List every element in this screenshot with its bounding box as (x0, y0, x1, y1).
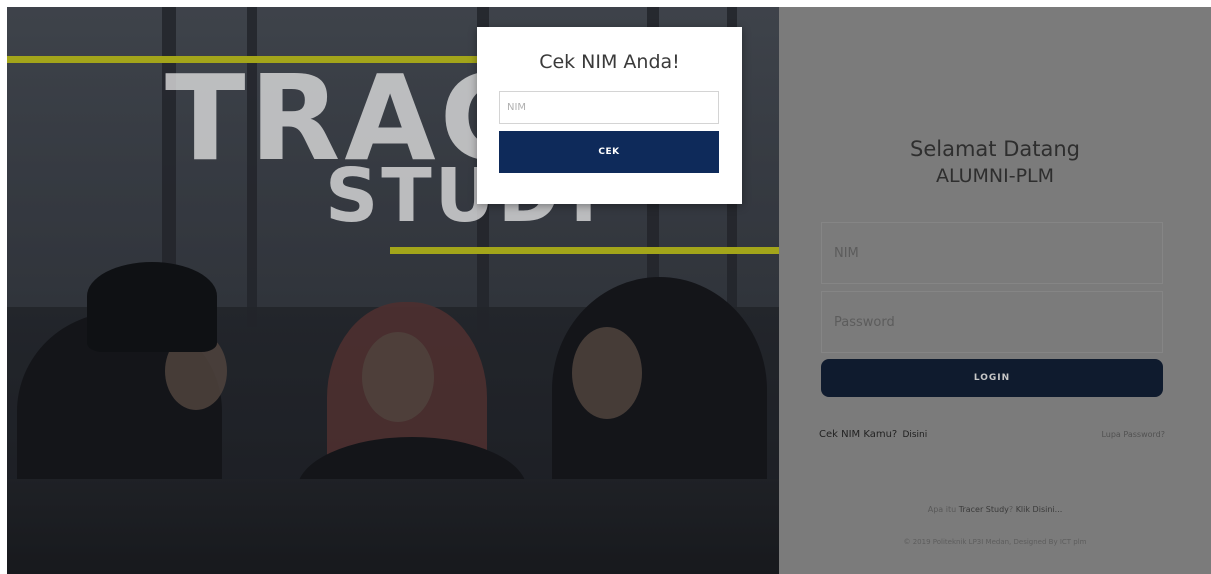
cek-nim-label: Cek NIM Kamu? (819, 429, 898, 440)
cek-button[interactable]: CEK (499, 131, 719, 173)
disini-link[interactable]: Disini (902, 430, 927, 440)
modal-title: Cek NIM Anda! (539, 51, 680, 73)
accent-line-bottom (390, 247, 779, 254)
welcome-heading: Selamat Datang (910, 137, 1080, 161)
tracer-study-link[interactable]: Tracer Study (959, 505, 1009, 514)
tracer-question-prefix: Apa itu (927, 505, 957, 514)
login-panel: Selamat Datang ALUMNI-PLM LOGIN Cek NIM … (779, 7, 1211, 574)
password-input[interactable] (821, 291, 1163, 353)
tracer-question-mark: ? (1008, 505, 1014, 514)
copyright: © 2019 Politeknik LP3I Medan, Designed B… (903, 538, 1087, 546)
cek-nim-modal: Cek NIM Anda! CEK (477, 27, 742, 204)
login-form: Selamat Datang ALUMNI-PLM LOGIN Cek NIM … (779, 7, 1211, 574)
login-page: TRAC STUDY Selamat Datang ALUMNI-PLM LOG… (0, 0, 1211, 574)
klik-disini-link[interactable]: Klik Disini... (1016, 505, 1063, 514)
welcome-subheading: ALUMNI-PLM (935, 165, 1055, 187)
tracer-info: Apa itu Tracer Study? Klik Disini... (779, 505, 1211, 514)
forgot-password-link[interactable]: Lupa Password? (1101, 430, 1165, 439)
links-row: Cek NIM Kamu? Disini Lupa Password? (819, 429, 1165, 445)
modal-nim-input[interactable] (499, 91, 719, 124)
nim-input[interactable] (821, 222, 1163, 284)
login-button[interactable]: LOGIN (821, 359, 1163, 397)
cek-nim-prompt: Cek NIM Kamu? Disini (819, 429, 927, 440)
